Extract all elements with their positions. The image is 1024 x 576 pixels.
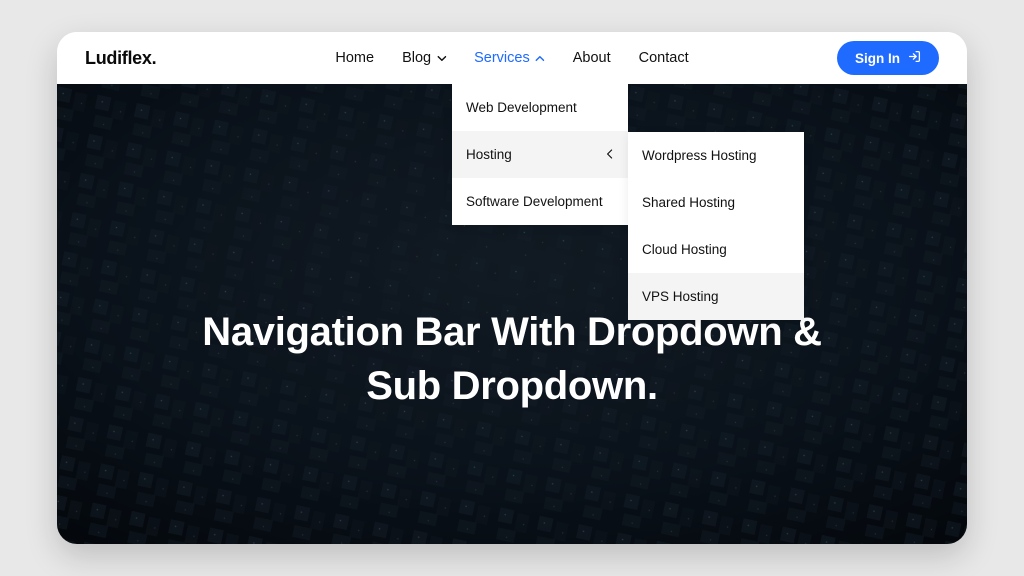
hosting-sub-dropdown: Wordpress Hosting Shared Hosting Cloud H… [628, 132, 804, 320]
nav-links: Home Blog Services About Contact [335, 50, 688, 66]
nav-services-label: Services [474, 50, 530, 66]
sub-label: Wordpress Hosting [642, 148, 757, 163]
dropdown-item-software-development[interactable]: Software Development [452, 178, 628, 225]
sub-item-vps-hosting[interactable]: VPS Hosting [628, 273, 804, 320]
nav-blog[interactable]: Blog [402, 50, 446, 66]
dropdown-label: Software Development [466, 194, 603, 209]
page-container: Ludiflex. Home Blog Services About Conta… [57, 32, 967, 544]
sub-item-wordpress-hosting[interactable]: Wordpress Hosting [628, 132, 804, 179]
signin-button[interactable]: Sign In [837, 41, 939, 75]
dropdown-item-web-development[interactable]: Web Development [452, 84, 628, 131]
chevron-up-icon [536, 54, 545, 63]
services-dropdown: Web Development Hosting Software Develop… [452, 84, 628, 225]
nav-about[interactable]: About [573, 50, 611, 66]
chevron-left-icon [606, 147, 614, 162]
chevron-down-icon [437, 54, 446, 63]
dropdown-label: Hosting [466, 147, 512, 162]
brand-logo[interactable]: Ludiflex. [85, 48, 156, 69]
dropdown-item-hosting[interactable]: Hosting [452, 131, 628, 178]
nav-services[interactable]: Services [474, 50, 545, 66]
sub-label: VPS Hosting [642, 289, 719, 304]
sub-item-shared-hosting[interactable]: Shared Hosting [628, 179, 804, 226]
nav-blog-label: Blog [402, 50, 431, 66]
signin-label: Sign In [855, 51, 900, 66]
login-icon [908, 50, 921, 66]
hero-title: Navigation Bar With Dropdown & Sub Dropd… [202, 305, 822, 413]
sub-label: Cloud Hosting [642, 242, 727, 257]
navbar: Ludiflex. Home Blog Services About Conta… [57, 32, 967, 84]
sub-label: Shared Hosting [642, 195, 735, 210]
nav-contact[interactable]: Contact [639, 50, 689, 66]
nav-home[interactable]: Home [335, 50, 374, 66]
hero-title-line2: Sub Dropdown. [366, 364, 658, 408]
sub-item-cloud-hosting[interactable]: Cloud Hosting [628, 226, 804, 273]
dropdown-label: Web Development [466, 100, 577, 115]
